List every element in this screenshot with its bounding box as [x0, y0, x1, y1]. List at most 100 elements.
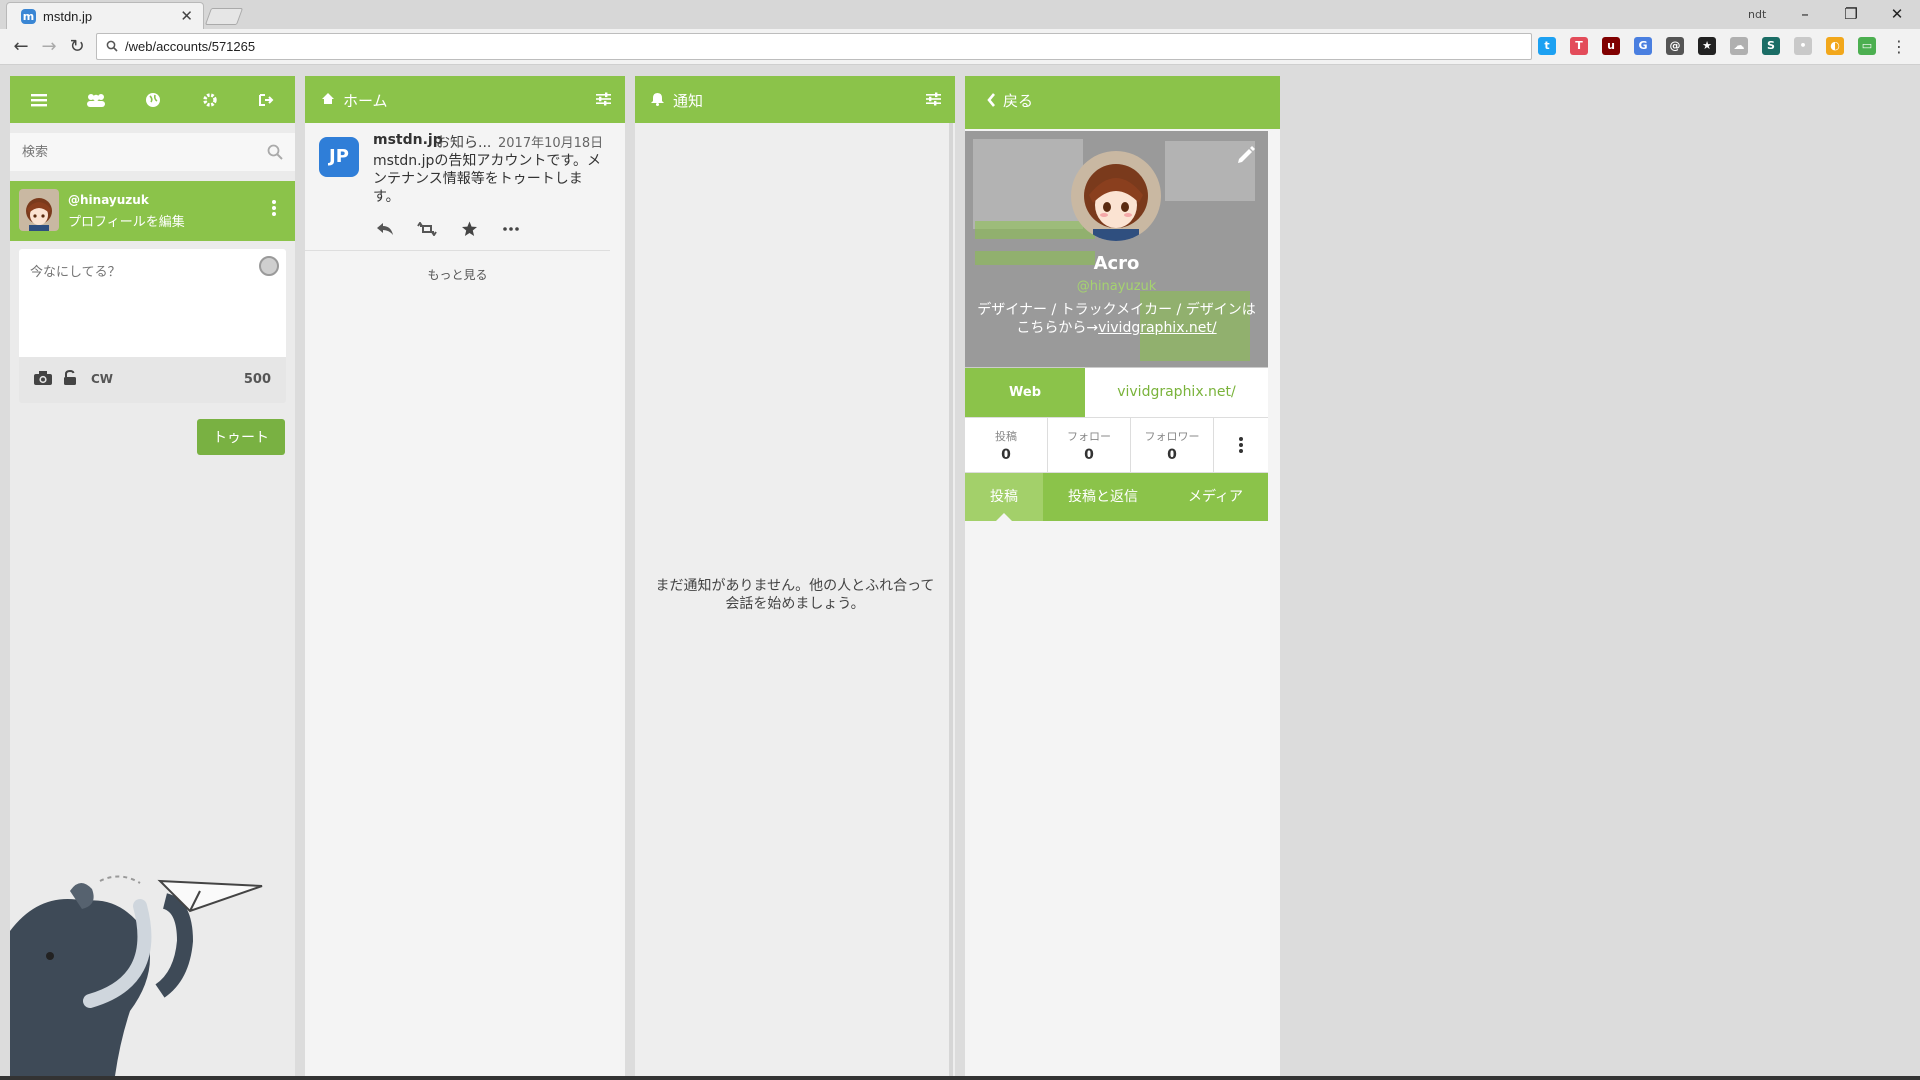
navigation-bar-profile: @hinayuzuk プロフィールを編集: [10, 181, 295, 241]
tab-posts[interactable]: 投稿: [965, 473, 1043, 521]
emoji-picker-icon[interactable]: [259, 256, 279, 276]
star-ext-icon[interactable]: ★: [1698, 37, 1716, 55]
status-avatar[interactable]: JP: [319, 137, 359, 177]
stat-followers[interactable]: フォロワー 0: [1131, 418, 1214, 472]
stat-value: 0: [1001, 447, 1011, 463]
profile-field: Web vividgraphix.net/: [965, 367, 1268, 417]
cast-ext-icon[interactable]: ▭: [1858, 37, 1876, 55]
back-arrow-icon[interactable]: ←: [10, 36, 32, 58]
address-bar[interactable]: /web/accounts/571265: [96, 33, 1532, 60]
camera-icon[interactable]: [33, 370, 53, 386]
more-vertical-icon[interactable]: [271, 199, 277, 217]
compose-textarea[interactable]: [19, 249, 286, 357]
dot-ext-icon[interactable]: •: [1794, 37, 1812, 55]
local-timeline-icon[interactable]: [84, 88, 108, 112]
reply-icon[interactable]: [373, 220, 397, 238]
tab-media[interactable]: メディア: [1163, 473, 1268, 521]
status-account[interactable]: お知ら...: [436, 132, 491, 152]
bell-icon: [651, 93, 664, 106]
stat-posts[interactable]: 投稿 0: [965, 418, 1048, 472]
search-icon[interactable]: [267, 144, 283, 160]
account-note-link[interactable]: vividgraphix.net/: [1098, 320, 1217, 336]
reload-icon[interactable]: ↻: [66, 36, 88, 58]
tab-posts-and-replies[interactable]: 投稿と返信: [1043, 473, 1163, 521]
header-bg-shape: [973, 139, 1083, 229]
user-avatar[interactable]: [19, 189, 59, 231]
home-column-header[interactable]: ホーム: [305, 76, 625, 123]
column-settings-icon[interactable]: [926, 92, 941, 106]
stat-following[interactable]: フォロー 0: [1048, 418, 1131, 472]
orange-ext-icon[interactable]: ◐: [1826, 37, 1844, 55]
minimize-icon[interactable]: –: [1782, 2, 1828, 26]
boost-icon[interactable]: [415, 220, 439, 238]
mail-icon[interactable]: @: [1666, 37, 1684, 55]
stat-label: フォロワー: [1144, 430, 1200, 443]
avatar-text: JP: [329, 146, 349, 167]
home-column: ホーム JP mstdn.jp お知ら... 2017年10月18日 mstdn…: [305, 76, 625, 1076]
browser-tab[interactable]: m mstdn.jp ✕: [6, 2, 204, 29]
account-display-name: Acro: [1093, 253, 1140, 274]
compose-toolbar: CW 500: [19, 357, 286, 403]
mastodon-favicon-icon: m: [21, 9, 36, 24]
account-avatar[interactable]: [1071, 151, 1161, 241]
forward-arrow-icon[interactable]: →: [38, 36, 60, 58]
back-button[interactable]: 戻る: [1003, 90, 1033, 111]
notifications-column: 通知 まだ通知がありません。他の人とふれ合って会話を始めましょう。: [635, 76, 955, 1076]
edit-pencil-icon[interactable]: [1236, 145, 1256, 165]
close-window-icon[interactable]: ✕: [1874, 2, 1920, 26]
new-tab-button[interactable]: [204, 8, 244, 25]
mastodon-elephant-illustration: [10, 875, 263, 1076]
profile-chip[interactable]: ndt: [1748, 8, 1766, 21]
tab-close-icon[interactable]: ✕: [180, 7, 193, 25]
user-handle[interactable]: @hinayuzuk: [68, 193, 149, 207]
chevron-left-icon[interactable]: [987, 93, 996, 107]
extension-red-icon[interactable]: T: [1570, 37, 1588, 55]
more-horizontal-icon[interactable]: [499, 220, 523, 238]
account-menu-button[interactable]: [1214, 418, 1268, 472]
chrome-menu-icon[interactable]: ⋮: [1888, 36, 1910, 58]
account-tabs: 投稿 投稿と返信 メディア: [965, 473, 1268, 521]
logout-icon[interactable]: [255, 88, 279, 112]
notifications-column-title: 通知: [673, 92, 704, 110]
empty-notifications-message: まだ通知がありません。他の人とふれ合って会話を始めましょう。: [655, 578, 935, 612]
edit-profile-link[interactable]: プロフィールを編集: [68, 211, 185, 230]
status-timestamp[interactable]: 2017年10月18日: [498, 132, 603, 151]
stat-label: 投稿: [995, 430, 1017, 443]
cloud-icon[interactable]: ☁: [1730, 37, 1748, 55]
account-note: デザイナー / トラックメイカー / デザインはこちらから→vividgraph…: [975, 301, 1258, 337]
compose-column: @hinayuzuk プロフィールを編集 CW 500 トゥート: [10, 76, 295, 1076]
preferences-gear-icon[interactable]: [198, 88, 222, 112]
menu-icon[interactable]: [27, 88, 51, 112]
home-icon: [322, 93, 334, 104]
restore-icon[interactable]: ❐: [1828, 2, 1874, 26]
profile-field-value-link[interactable]: vividgraphix.net/: [1085, 368, 1268, 417]
search-input[interactable]: [10, 133, 295, 171]
status-content: mstdn.jpの告知アカウントです。メンテナンス情報等をトゥートします。: [373, 153, 602, 205]
content-warning-button[interactable]: CW: [91, 372, 113, 386]
ublock-icon[interactable]: u: [1602, 37, 1620, 55]
toot-button[interactable]: トゥート: [197, 419, 285, 455]
column-settings-icon[interactable]: [596, 92, 611, 106]
s-ext-icon[interactable]: S: [1762, 37, 1780, 55]
header-bg-shape: [975, 221, 1095, 239]
account-header: Acro @hinayuzuk デザイナー / トラックメイカー / デザインは…: [965, 131, 1268, 367]
more-vertical-icon: [1239, 437, 1243, 453]
twitter-icon[interactable]: t: [1538, 37, 1556, 55]
privacy-lock-icon[interactable]: [63, 370, 77, 386]
mastodon-app: @hinayuzuk プロフィールを編集 CW 500 トゥート: [0, 66, 1920, 1080]
stat-label: フォロー: [1067, 430, 1111, 443]
stat-value: 0: [1084, 447, 1094, 463]
account-stats: 投稿 0 フォロー 0 フォロワー 0: [965, 417, 1268, 473]
status-display-name[interactable]: mstdn.jp: [373, 132, 443, 148]
status-item[interactable]: JP mstdn.jp お知ら... 2017年10月18日 mstdn.jpの…: [305, 123, 610, 251]
notifications-column-header[interactable]: 通知: [635, 76, 955, 123]
federated-timeline-icon[interactable]: [141, 88, 165, 112]
scrollbar[interactable]: [949, 123, 953, 1076]
browser-toolbar: ← → ↻ /web/accounts/571265 t Tu G @ ★ ☁ S • ◐ ▭ ⋮: [0, 29, 1920, 65]
load-more-button[interactable]: もっと見る: [305, 266, 610, 283]
translate-icon[interactable]: G: [1634, 37, 1652, 55]
drawer-nav: [10, 76, 295, 123]
search-box: [10, 133, 295, 171]
favourite-star-icon[interactable]: [457, 220, 481, 238]
account-column: 戻る Acro @hinayuzuk デザイナー / トラックメイカー / デザ…: [965, 76, 1280, 1076]
